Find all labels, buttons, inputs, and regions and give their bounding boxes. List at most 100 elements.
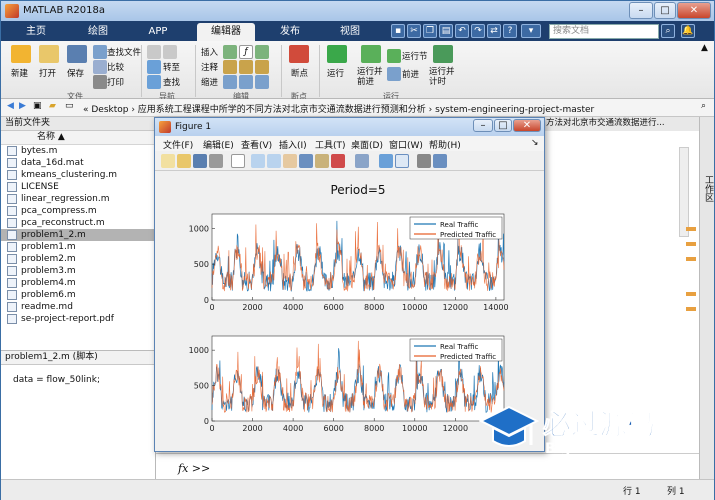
forward-arrow-icon[interactable]: ▶ xyxy=(19,101,26,111)
file-list-item[interactable]: kmeans_clustering.m xyxy=(1,169,155,181)
percent-comment-icon[interactable] xyxy=(223,60,237,74)
redo-icon[interactable]: ↷ xyxy=(471,24,485,38)
editor-tab[interactable]: 方法对北京市交通流数据进行... xyxy=(544,117,699,131)
dock-arrow-icon[interactable]: ↘ xyxy=(531,138,539,148)
code-marker[interactable] xyxy=(686,242,696,246)
tab-apps[interactable]: APP xyxy=(135,23,181,41)
wrap-comment-icon[interactable] xyxy=(255,60,269,74)
file-list-item[interactable]: linear_regression.m xyxy=(1,193,155,205)
up-folder-icon[interactable]: ▣ xyxy=(33,101,42,111)
paste-icon[interactable]: ▤ xyxy=(439,24,453,38)
save-figure-icon[interactable] xyxy=(193,154,207,168)
new-button[interactable]: 新建 xyxy=(11,67,28,79)
file-list-item[interactable]: bytes.m xyxy=(1,145,155,157)
code-marker[interactable] xyxy=(686,257,696,261)
menu-edit[interactable]: 编辑(E) xyxy=(203,138,234,151)
insert-section-icon[interactable] xyxy=(255,45,269,59)
current-folder-path[interactable]: « Desktop › 应用系统工程课程中所学的不同方法对北京市交通流数据进行预… xyxy=(83,102,594,115)
undo-icon[interactable]: ↶ xyxy=(455,24,469,38)
menu-file[interactable]: 文件(F) xyxy=(163,138,193,151)
run-and-time-button[interactable]: 运行并 计时 xyxy=(429,67,455,87)
menu-desktop[interactable]: 桌面(D) xyxy=(351,138,383,151)
run-button[interactable]: 运行 xyxy=(327,67,344,79)
insert-button[interactable]: 插入 xyxy=(201,46,218,58)
name-column-header[interactable]: 名称 ▲ xyxy=(1,131,155,145)
help-icon[interactable]: ? xyxy=(503,24,517,38)
minimize-button[interactable]: – xyxy=(629,2,653,19)
menu-insert[interactable]: 插入(I) xyxy=(279,138,307,151)
search-docs-input[interactable]: 搜索文档 xyxy=(549,24,659,39)
bell-icon[interactable]: 🔔 xyxy=(681,24,695,38)
find-files-button[interactable]: 查找文件 xyxy=(107,46,141,58)
new-figure-icon[interactable] xyxy=(161,154,175,168)
goto-button[interactable]: 转至 xyxy=(163,61,180,73)
insert-icon[interactable] xyxy=(223,45,237,59)
save-icon[interactable]: ▪ xyxy=(391,24,405,38)
layout-icon[interactable]: ▾ xyxy=(521,24,541,38)
brush-icon[interactable] xyxy=(331,154,345,168)
close-button[interactable]: ✕ xyxy=(677,2,711,19)
rotate-icon[interactable] xyxy=(299,154,313,168)
file-list-item[interactable]: pca_compress.m xyxy=(1,205,155,217)
maximize-button[interactable]: □ xyxy=(654,2,676,19)
tab-view[interactable]: 视图 xyxy=(323,23,377,41)
search-icon[interactable]: ⌕ xyxy=(661,24,675,38)
file-list-item[interactable]: pca_reconstruct.m xyxy=(1,217,155,229)
file-list-item[interactable]: LICENSE xyxy=(1,181,155,193)
menu-help[interactable]: 帮助(H) xyxy=(429,138,461,151)
breakpoints-button[interactable]: 断点 xyxy=(291,67,308,79)
file-list-item[interactable]: se-project-report.pdf xyxy=(1,313,155,325)
file-list-item[interactable]: problem4.m xyxy=(1,277,155,289)
zoom-in-icon[interactable] xyxy=(251,154,265,168)
open-file-icon[interactable] xyxy=(177,154,191,168)
file-list-item[interactable]: problem6.m xyxy=(1,289,155,301)
code-marker[interactable] xyxy=(686,227,696,231)
collapse-ribbon-icon[interactable]: ▲ xyxy=(701,43,708,53)
comment-button[interactable]: 注释 xyxy=(201,61,218,73)
file-list-item[interactable]: problem1.m xyxy=(1,241,155,253)
file-list-item[interactable]: problem2.m xyxy=(1,253,155,265)
run-and-advance-button[interactable]: 运行并 前进 xyxy=(357,67,383,87)
legend-icon[interactable] xyxy=(395,154,409,168)
menu-tools[interactable]: 工具(T) xyxy=(315,138,346,151)
file-list-item[interactable]: data_16d.mat xyxy=(1,157,155,169)
editor-scrollbar[interactable] xyxy=(679,147,689,237)
open-button[interactable]: 打开 xyxy=(39,67,56,79)
back-arrow-icon[interactable]: ◀ xyxy=(7,101,14,111)
tab-editor[interactable]: 编辑器 xyxy=(197,23,255,41)
print-button[interactable]: 打印 xyxy=(107,76,124,88)
increase-indent-icon[interactable] xyxy=(239,75,253,89)
run-section-button[interactable]: 运行节 xyxy=(402,50,428,62)
switch-window-icon[interactable]: ⇄ xyxy=(487,24,501,38)
tab-home[interactable]: 主页 xyxy=(11,23,61,41)
zoom-out-icon[interactable] xyxy=(267,154,281,168)
indent-button[interactable]: 缩进 xyxy=(201,76,218,88)
file-list-item[interactable]: problem3.m xyxy=(1,265,155,277)
cut-icon[interactable]: ✂ xyxy=(407,24,421,38)
figure-close-button[interactable]: ✕ xyxy=(513,119,541,132)
save-button[interactable]: 保存 xyxy=(67,67,84,79)
link-plot-icon[interactable] xyxy=(355,154,369,168)
data-cursor-icon[interactable] xyxy=(315,154,329,168)
file-list-item[interactable]: problem1_2.m xyxy=(1,229,155,241)
print-figure-icon[interactable] xyxy=(209,154,223,168)
browse-folder-icon[interactable]: ▰ xyxy=(49,101,56,111)
colorbar-icon[interactable] xyxy=(379,154,393,168)
code-marker[interactable] xyxy=(686,307,696,311)
show-plot-tools-icon[interactable] xyxy=(433,154,447,168)
tab-plots[interactable]: 绘图 xyxy=(71,23,125,41)
code-marker[interactable] xyxy=(686,292,696,296)
pan-hand-icon[interactable] xyxy=(283,154,297,168)
function-fx-icon[interactable]: ƒ xyxy=(239,45,253,59)
advance-button[interactable]: 前进 xyxy=(402,68,419,80)
uncomment-icon[interactable] xyxy=(239,60,253,74)
hide-plot-tools-icon[interactable] xyxy=(417,154,431,168)
smart-indent-icon[interactable] xyxy=(223,75,237,89)
tab-publish[interactable]: 发布 xyxy=(263,23,317,41)
find-button[interactable]: 查找 xyxy=(163,76,180,88)
pointer-icon[interactable] xyxy=(231,154,245,168)
figure-maximize-button[interactable]: □ xyxy=(494,119,512,132)
file-list-item[interactable]: readme.md xyxy=(1,301,155,313)
compare-button[interactable]: 比较 xyxy=(107,61,124,73)
copy-icon[interactable]: ❐ xyxy=(423,24,437,38)
